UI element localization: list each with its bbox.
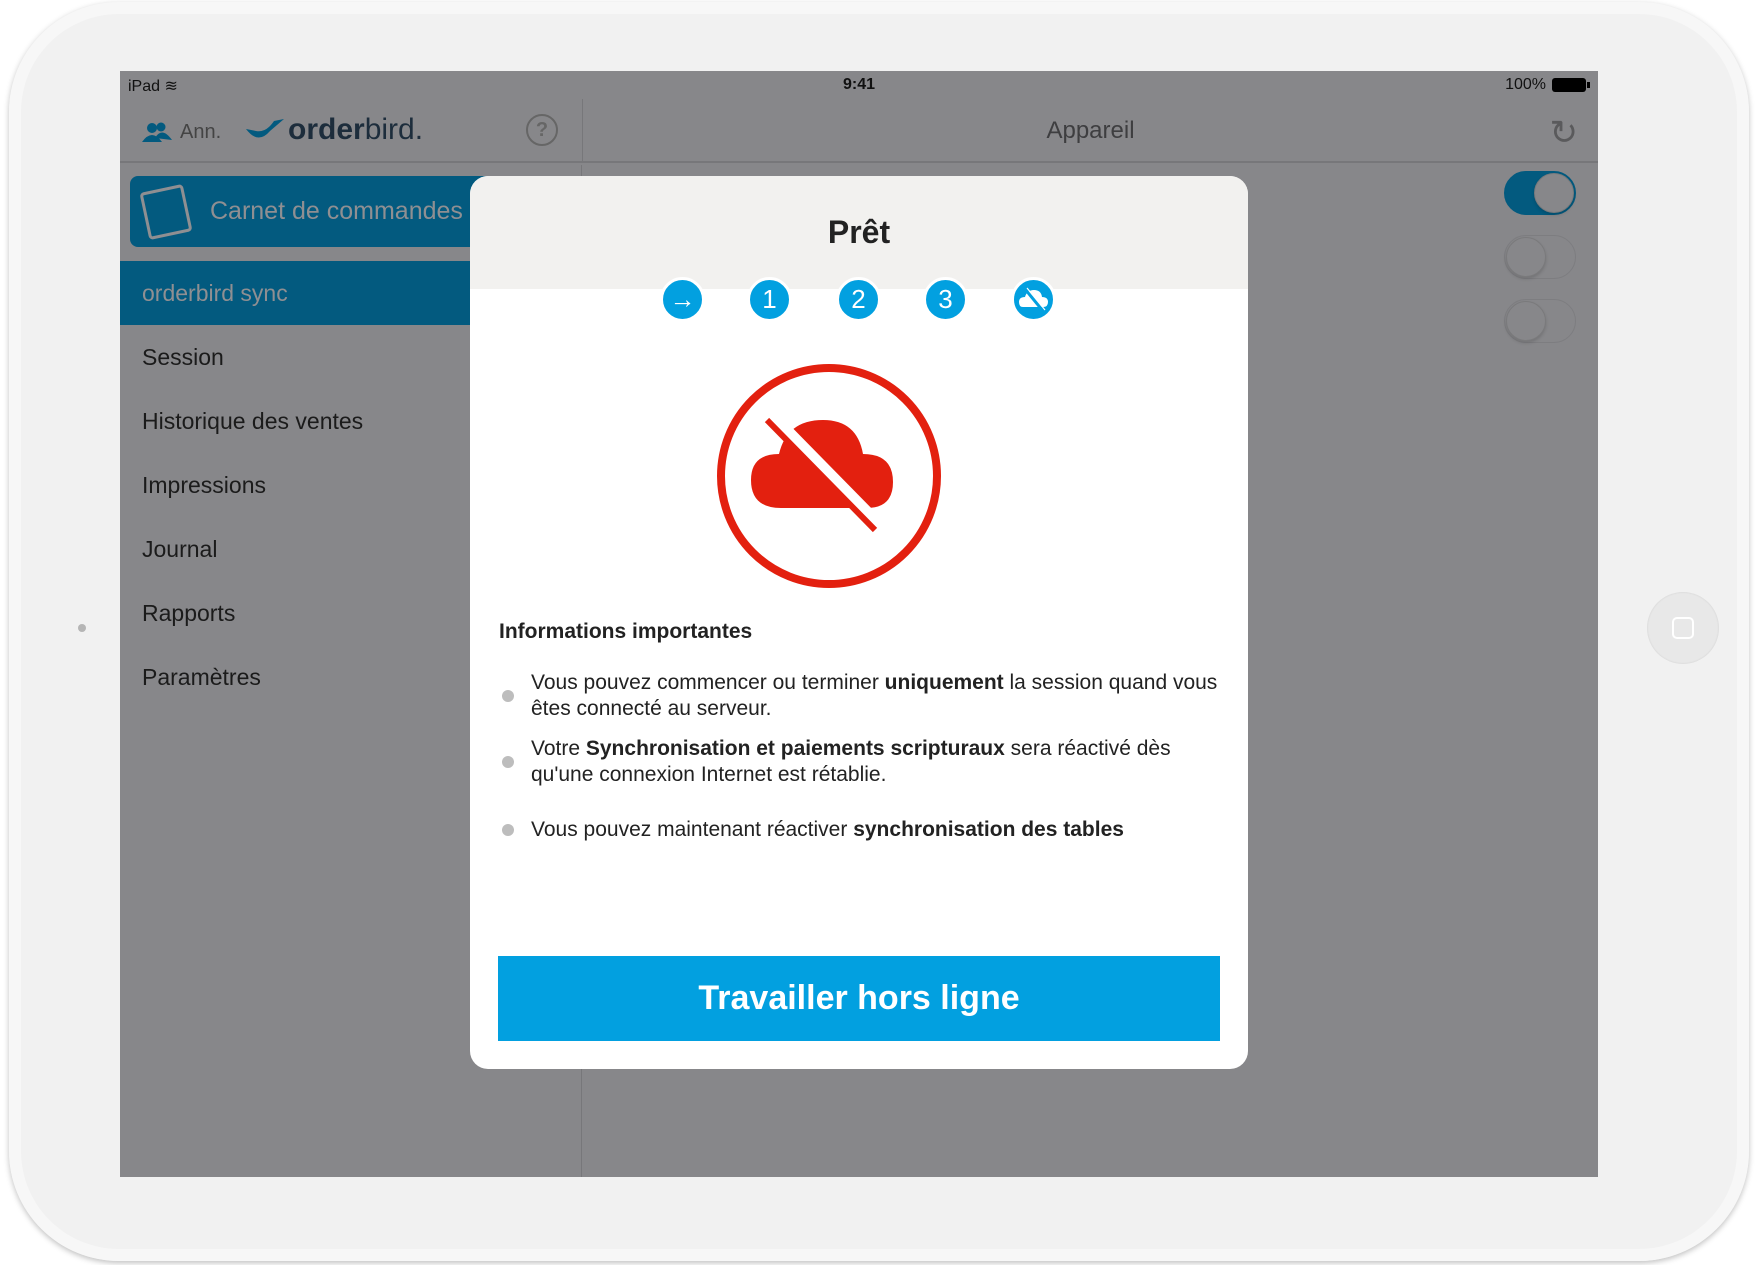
sidebar-header: Ann. order bird. ? xyxy=(120,99,582,163)
info-bullet: Votre Synchronisation et paiements scrip… xyxy=(502,736,1221,788)
info-heading: Informations importantes xyxy=(499,620,753,643)
work-offline-button[interactable]: Travailler hors ligne xyxy=(498,956,1220,1041)
toggle-2[interactable] xyxy=(1504,235,1576,279)
dialog-title: Prêt xyxy=(827,214,891,250)
step-cloud-off-icon xyxy=(1011,277,1056,322)
toggle-1[interactable] xyxy=(1504,171,1576,215)
clock: 9:41 xyxy=(842,76,876,93)
camera xyxy=(78,624,86,632)
step-arrow-icon: → xyxy=(660,277,705,322)
orderbird-logo: order bird. xyxy=(244,113,423,147)
cloud-off-icon xyxy=(717,364,941,588)
user-label: Ann. xyxy=(180,121,222,143)
battery-icon xyxy=(1552,78,1590,92)
nav-bar: Appareil ↻ xyxy=(582,99,1598,163)
info-bullet: Vous pouvez maintenant réactiver synchro… xyxy=(502,817,1221,843)
notebook-icon xyxy=(139,183,193,241)
offline-dialog: Prêt → 1 2 3 Informations importantes Vo… xyxy=(470,176,1248,1069)
refresh-icon[interactable]: ↻ xyxy=(1550,113,1579,153)
bird-icon xyxy=(246,119,284,138)
step-2: 2 xyxy=(836,277,881,322)
help-button[interactable]: ? xyxy=(526,114,558,146)
notebook-label: Carnet de commandes xyxy=(210,197,463,225)
battery-percent: 100% xyxy=(1505,76,1546,93)
home-button[interactable] xyxy=(1647,592,1719,664)
user-button[interactable]: Ann. xyxy=(142,121,221,144)
status-bar: iPad ≋ 9:41 100% xyxy=(120,71,1598,99)
step-3: 3 xyxy=(923,277,968,322)
toggle-3[interactable] xyxy=(1504,299,1576,343)
page-title: Appareil xyxy=(1046,117,1135,144)
info-bullet: Vous pouvez commencer ou terminer unique… xyxy=(502,670,1221,722)
users-icon xyxy=(142,122,172,142)
step-1: 1 xyxy=(747,277,792,322)
